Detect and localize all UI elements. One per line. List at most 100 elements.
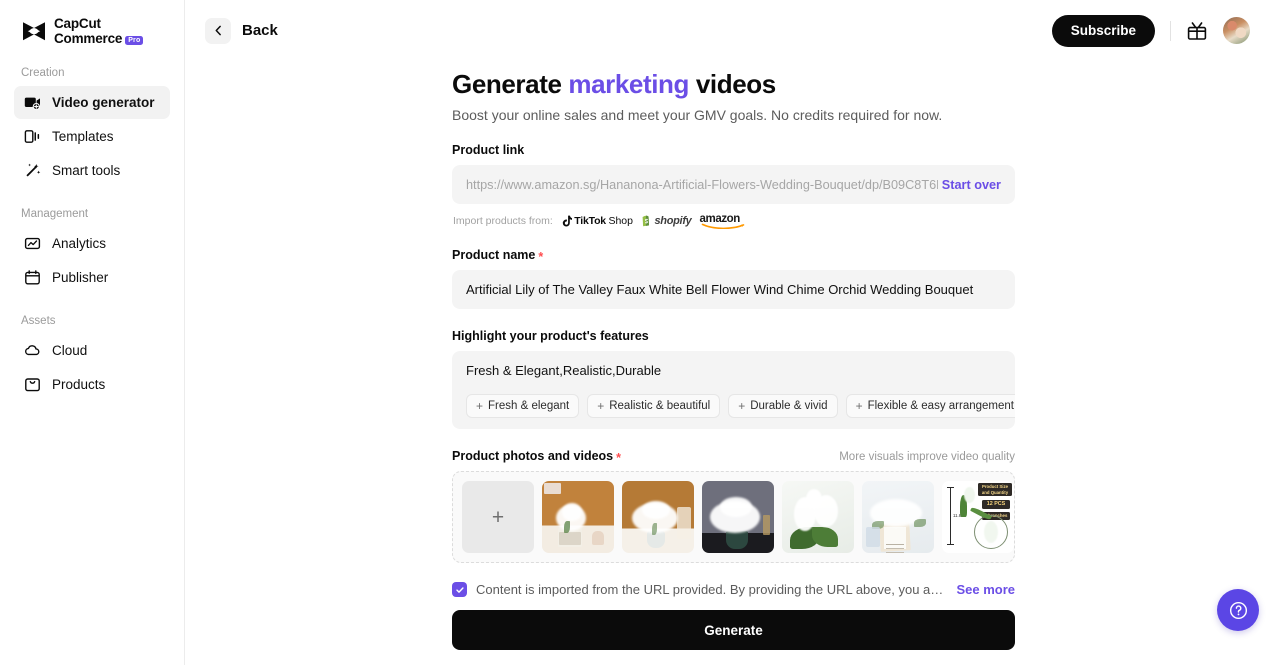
product-name-field[interactable]: Artificial Lily of The Valley Faux White… [452, 270, 1015, 310]
product-link-field[interactable]: https://www.amazon.sg/Hananona-Artificia… [452, 165, 1015, 205]
feature-chip[interactable]: + Realistic & beautiful [587, 394, 721, 419]
publisher-icon [24, 269, 41, 286]
logo-line-2: Commerce [54, 31, 123, 47]
see-more-link[interactable]: See more [956, 582, 1015, 597]
sidebar-item-label: Publisher [52, 270, 109, 286]
gift-icon[interactable] [1186, 20, 1208, 42]
help-button[interactable] [1217, 589, 1259, 631]
plus-icon: + [597, 399, 605, 414]
amazon-logo[interactable]: amazon [700, 213, 744, 230]
feature-chip-label: Durable & vivid [750, 400, 828, 413]
page-title: Generate marketing videos [452, 69, 1015, 100]
nav-group-creation-label: Creation [21, 67, 65, 80]
feature-suggestions: + Fresh & elegant + Realistic & beautifu… [466, 394, 1015, 419]
sidebar-item-smart-tools[interactable]: Smart tools [14, 154, 170, 187]
sidebar-item-templates[interactable]: Templates [14, 120, 170, 153]
pro-badge: Pro [125, 35, 144, 46]
sidebar-item-analytics[interactable]: Analytics [14, 227, 170, 260]
product-photo-3[interactable] [702, 481, 774, 554]
photos-label-text: Product photos and videos [452, 449, 614, 464]
photos-hint: More visuals improve video quality [839, 451, 1015, 464]
product-link-section: Product link https://www.amazon.sg/Hanan… [452, 143, 1015, 230]
feature-chip[interactable]: + Durable & vivid [728, 394, 838, 419]
sidebar-item-label: Video generator [52, 95, 155, 111]
sidebar-item-products[interactable]: Products [14, 368, 170, 401]
feature-chip-label: Fresh & elegant [488, 400, 570, 413]
tiktok-shop-logo[interactable]: TikTok Shop [561, 215, 633, 227]
page-title-part1: Generate [452, 69, 562, 99]
content-scroll: Generate marketing videos Boost your onl… [185, 61, 1280, 665]
subscribe-button[interactable]: Subscribe [1051, 14, 1155, 47]
plus-icon: + [738, 399, 746, 414]
product-photo-1[interactable] [542, 481, 614, 554]
sidebar: CapCut Commerce Pro Creation Video gener… [0, 0, 185, 665]
product-photo-2[interactable] [622, 481, 694, 554]
tiktok-label: TikTok [574, 214, 606, 227]
agreement-row: Content is imported from the URL provide… [452, 582, 1015, 598]
topbar-actions: Subscribe [1051, 14, 1250, 47]
required-marker: * [538, 249, 544, 264]
feature-chip-label: Realistic & beautiful [609, 400, 711, 413]
start-over-button[interactable]: Start over [938, 178, 1001, 192]
product-name-section: Product name * Artificial Lily of The Va… [452, 248, 1015, 310]
product-photo-5[interactable] [862, 481, 934, 554]
form-column: Generate marketing videos Boost your onl… [452, 61, 1015, 651]
required-marker: * [616, 450, 621, 465]
generate-button[interactable]: Generate [452, 610, 1015, 651]
product-name-label-text: Product name [452, 248, 536, 263]
shopify-label: shopify [654, 214, 692, 227]
photos-dropzone[interactable]: + Product Size and Quantity 12 PCS 5 bra… [452, 471, 1015, 564]
shopify-bag-icon [642, 215, 649, 226]
sidebar-item-label: Cloud [52, 343, 88, 359]
product-link-label: Product link [452, 143, 525, 158]
product-link-value: https://www.amazon.sg/Hananona-Artificia… [466, 177, 938, 192]
user-avatar[interactable] [1223, 17, 1250, 44]
features-value: Fresh & Elegant,Realistic,Durable [466, 363, 662, 379]
back-label: Back [242, 22, 278, 39]
sidebar-item-label: Smart tools [52, 163, 121, 179]
product-name-label: Product name * [452, 248, 1015, 264]
tiktok-shop-label: Shop [608, 214, 633, 227]
product-name-value: Artificial Lily of The Valley Faux White… [466, 282, 974, 298]
plus-icon: + [855, 399, 863, 414]
sidebar-item-cloud[interactable]: Cloud [14, 334, 170, 367]
check-icon [455, 586, 464, 593]
features-field[interactable]: Fresh & Elegant,Realistic,Durable + Fres… [452, 351, 1015, 430]
page-subtitle: Boost your online sales and meet your GM… [452, 107, 943, 124]
amazon-smile-icon [701, 223, 744, 230]
infographic-title: Product Size and Quantity [978, 483, 1012, 496]
agreement-text: Content is imported from the URL provide… [476, 582, 948, 598]
back-button[interactable]: Back [205, 17, 278, 44]
tiktok-note-icon [562, 215, 572, 227]
templates-icon [24, 128, 41, 145]
app-logo[interactable]: CapCut Commerce Pro [14, 0, 170, 46]
import-from-label: Import products from: [453, 214, 553, 227]
photos-label: Product photos and videos * [452, 449, 621, 465]
features-section: Highlight your product's features Fresh … [452, 329, 1015, 430]
photos-header: Product photos and videos * More visuals… [452, 449, 1015, 465]
sidebar-item-publisher[interactable]: Publisher [14, 261, 170, 294]
add-photo-button[interactable]: + [462, 481, 534, 554]
topbar-divider [1170, 20, 1171, 41]
feature-chip[interactable]: + Fresh & elegant [466, 394, 580, 419]
sidebar-item-label: Products [52, 377, 106, 393]
cloud-icon [24, 342, 41, 359]
photos-section: Product photos and videos * More visuals… [452, 449, 1015, 564]
shopify-logo[interactable]: shopify [641, 215, 692, 227]
logo-line-1: CapCut [54, 16, 101, 31]
analytics-icon [24, 235, 41, 252]
features-label: Highlight your product's features [452, 329, 649, 344]
product-photo-6[interactable]: Product Size and Quantity 12 PCS 5 branc… [942, 481, 1014, 554]
nav-group-assets-label: Assets [21, 315, 56, 328]
page-title-accent: marketing [568, 69, 690, 99]
sidebar-item-video-generator[interactable]: Video generator [14, 86, 170, 120]
capcut-logo-icon [21, 18, 47, 44]
agreement-checkbox[interactable] [452, 582, 467, 598]
smart-tools-icon [24, 162, 41, 179]
chevron-left-icon [205, 17, 231, 44]
product-photo-4[interactable] [782, 481, 854, 554]
products-icon [24, 376, 41, 393]
infographic-qty: 12 PCS [982, 500, 1010, 509]
feature-chip[interactable]: + Flexible & easy arrangement [845, 394, 1015, 419]
app-root: CapCut Commerce Pro Creation Video gener… [0, 0, 1280, 665]
